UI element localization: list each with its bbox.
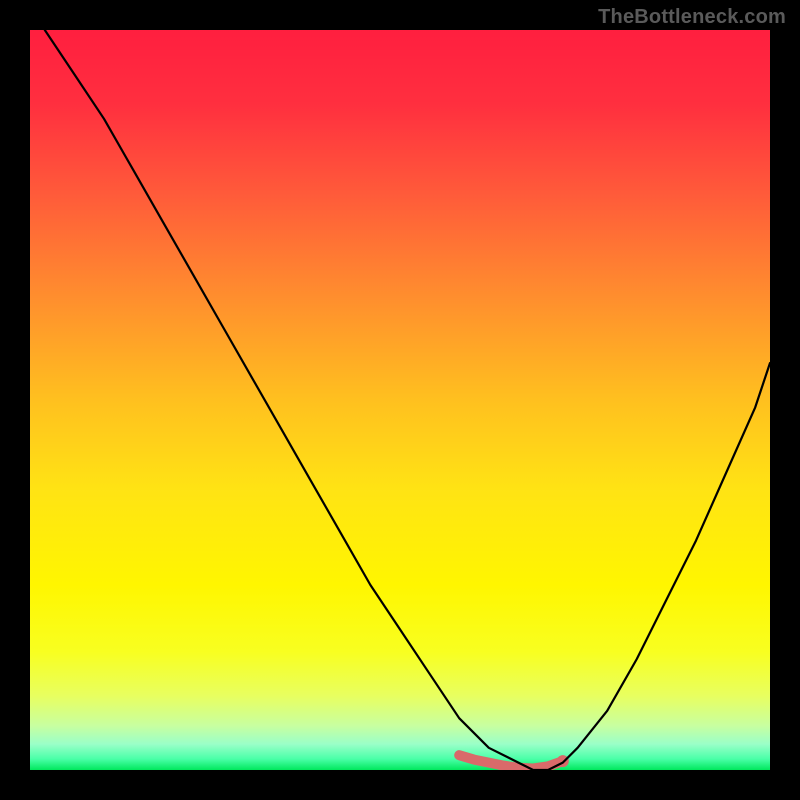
credit-label: TheBottleneck.com: [598, 6, 786, 29]
optimal-range-highlight-path: [459, 755, 563, 768]
curve-layer: [30, 30, 770, 770]
bottleneck-curve-path: [45, 30, 770, 770]
chart-frame: TheBottleneck.com: [0, 0, 800, 800]
plot-area: [30, 30, 770, 770]
